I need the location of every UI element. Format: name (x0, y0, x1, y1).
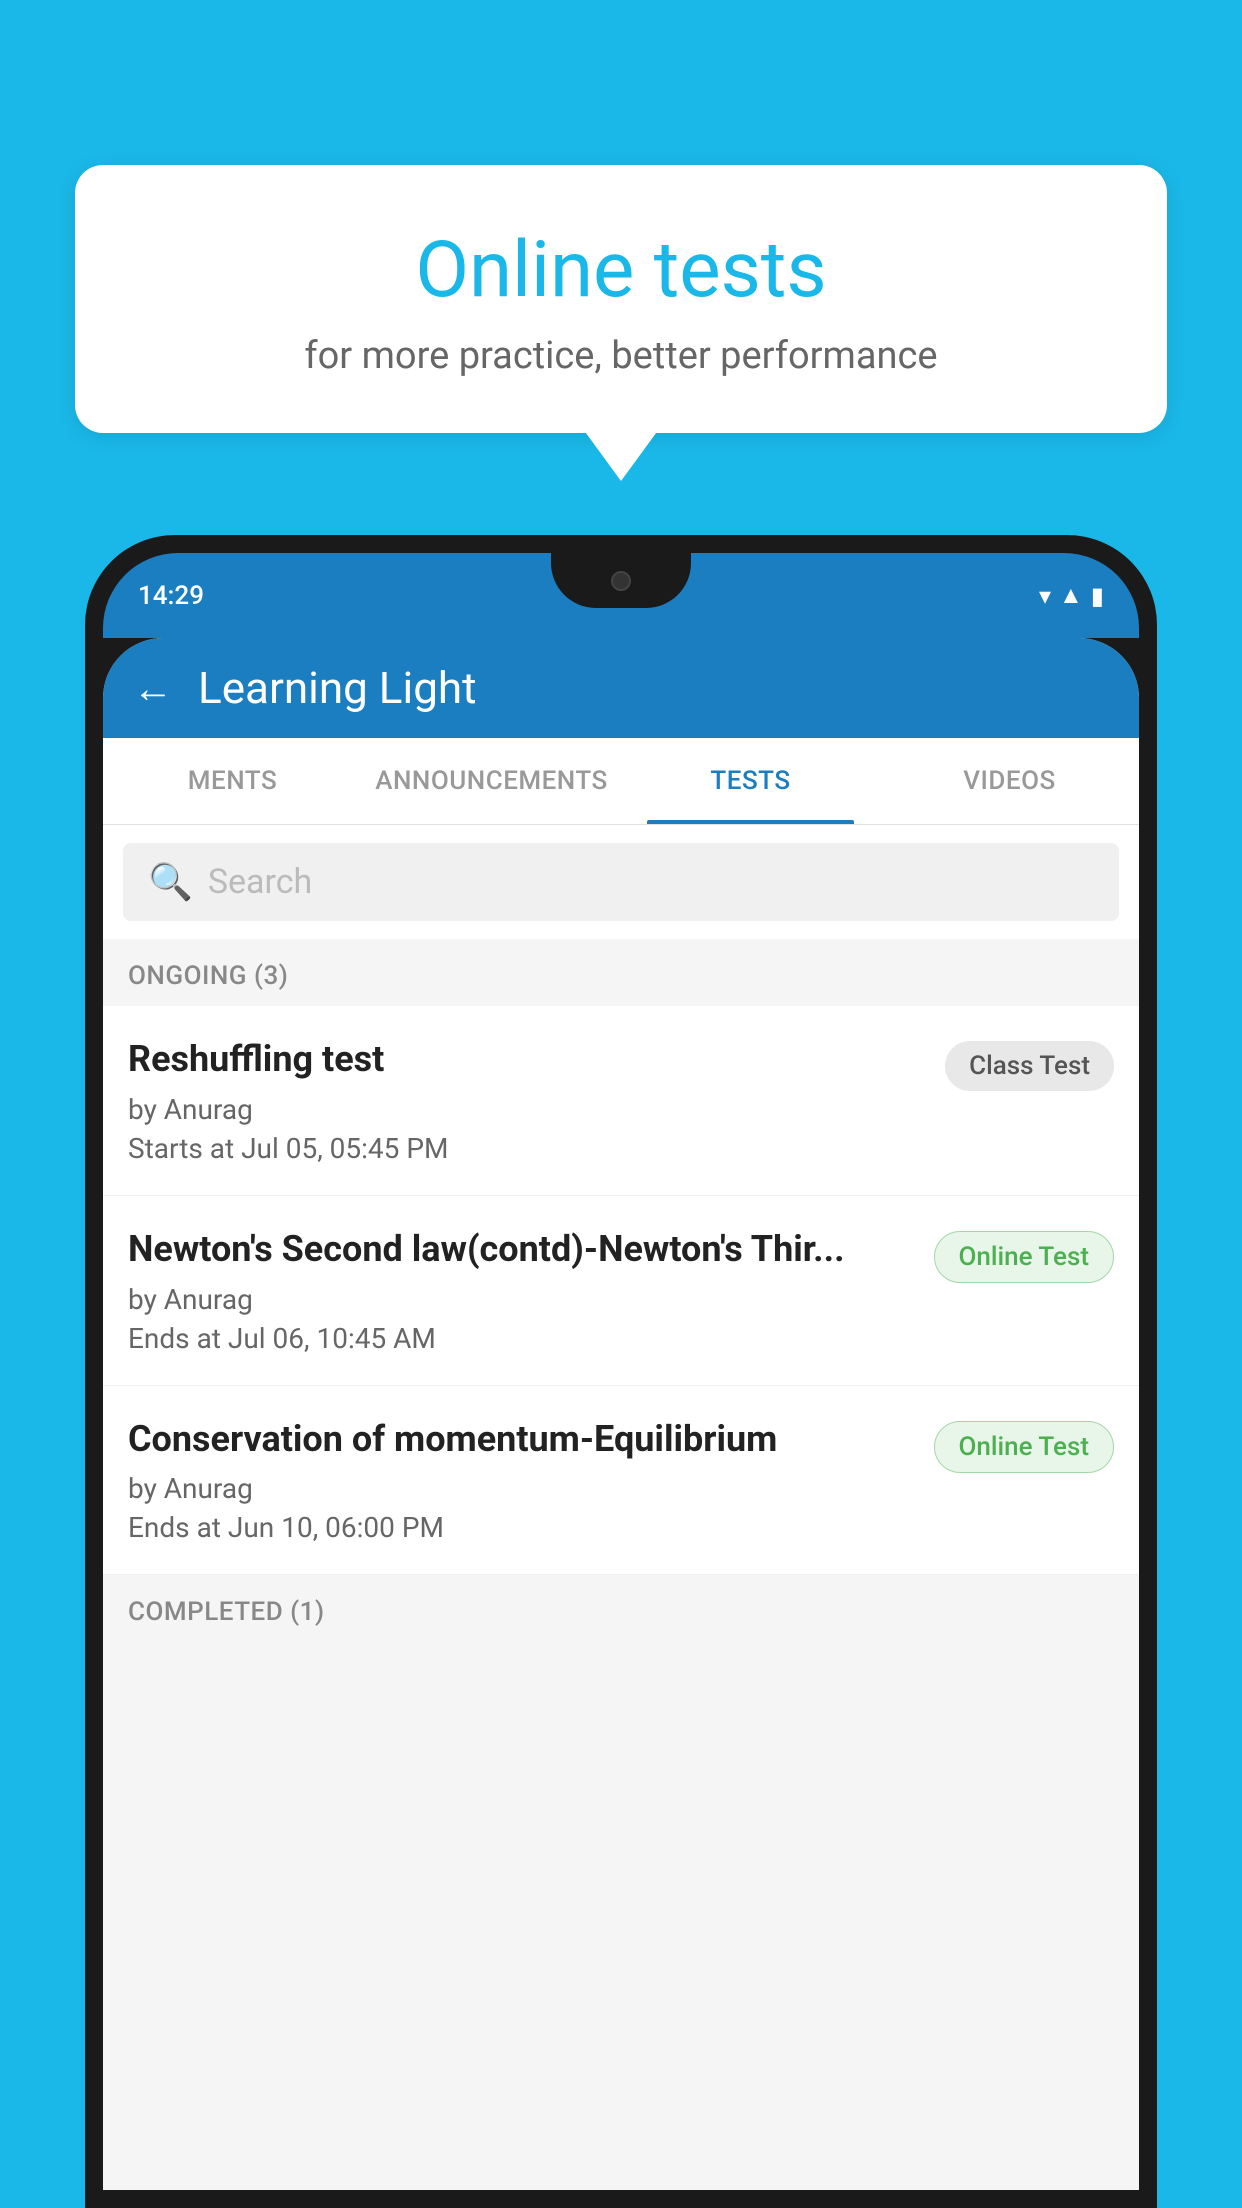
status-time: 14:29 (138, 581, 204, 611)
tab-videos[interactable]: VIDEOS (880, 738, 1139, 824)
phone-screen: ← Learning Light MENTS ANNOUNCEMENTS TES… (103, 638, 1139, 2190)
test-item-3[interactable]: Conservation of momentum-Equilibrium by … (103, 1386, 1139, 1576)
test-badge-3: Online Test (934, 1421, 1115, 1473)
status-icons: ▾ ▲ ▮ (1039, 581, 1104, 610)
test-time-2: Ends at Jul 06, 10:45 AM (128, 1322, 914, 1355)
test-badge-2: Online Test (934, 1231, 1115, 1283)
phone-screen-container: 14:29 ▾ ▲ ▮ ← Learning Light MENTS (103, 553, 1139, 2190)
completed-section-header: COMPLETED (1) (103, 1575, 1139, 1642)
test-name-1: Reshuffling test (128, 1036, 925, 1083)
tab-ments[interactable]: MENTS (103, 738, 362, 824)
test-info-3: Conservation of momentum-Equilibrium by … (128, 1416, 934, 1545)
tab-bar: MENTS ANNOUNCEMENTS TESTS VIDEOS (103, 738, 1139, 825)
search-placeholder: Search (208, 862, 312, 902)
battery-icon: ▮ (1091, 582, 1104, 610)
test-time-1: Starts at Jul 05, 05:45 PM (128, 1132, 925, 1165)
test-list: Reshuffling test by Anurag Starts at Jul… (103, 1006, 1139, 1575)
test-item-2[interactable]: Newton's Second law(contd)-Newton's Thir… (103, 1196, 1139, 1386)
test-name-3: Conservation of momentum-Equilibrium (128, 1416, 914, 1463)
phone-notch (551, 553, 691, 608)
test-author-2: by Anurag (128, 1283, 914, 1316)
phone-device: 14:29 ▾ ▲ ▮ ← Learning Light MENTS (85, 535, 1157, 2208)
tab-tests[interactable]: TESTS (621, 738, 880, 824)
speech-bubble-subtitle: for more practice, better performance (125, 334, 1117, 378)
status-bar: 14:29 ▾ ▲ ▮ (103, 553, 1139, 638)
signal-icon: ▲ (1059, 581, 1083, 610)
ongoing-section-header: ONGOING (3) (103, 939, 1139, 1006)
speech-bubble-title: Online tests (125, 225, 1117, 316)
test-author-1: by Anurag (128, 1093, 925, 1126)
test-author-3: by Anurag (128, 1472, 914, 1505)
search-input-wrap[interactable]: 🔍 Search (123, 843, 1119, 921)
back-button[interactable]: ← (133, 665, 173, 712)
search-icon: 🔍 (148, 861, 193, 903)
test-name-2: Newton's Second law(contd)-Newton's Thir… (128, 1226, 914, 1273)
tab-announcements[interactable]: ANNOUNCEMENTS (362, 738, 621, 824)
speech-bubble: Online tests for more practice, better p… (75, 165, 1167, 433)
test-info-2: Newton's Second law(contd)-Newton's Thir… (128, 1226, 934, 1355)
app-bar-title: Learning Light (198, 662, 477, 714)
wifi-icon: ▾ (1039, 582, 1051, 610)
phone-content: 🔍 Search ONGOING (3) Reshuffling test by… (103, 825, 1139, 2190)
search-bar: 🔍 Search (103, 825, 1139, 939)
test-item-1[interactable]: Reshuffling test by Anurag Starts at Jul… (103, 1006, 1139, 1196)
test-info-1: Reshuffling test by Anurag Starts at Jul… (128, 1036, 945, 1165)
camera-dot (611, 571, 631, 591)
app-bar: ← Learning Light (103, 638, 1139, 738)
test-badge-1: Class Test (945, 1041, 1114, 1091)
test-time-3: Ends at Jun 10, 06:00 PM (128, 1511, 914, 1544)
